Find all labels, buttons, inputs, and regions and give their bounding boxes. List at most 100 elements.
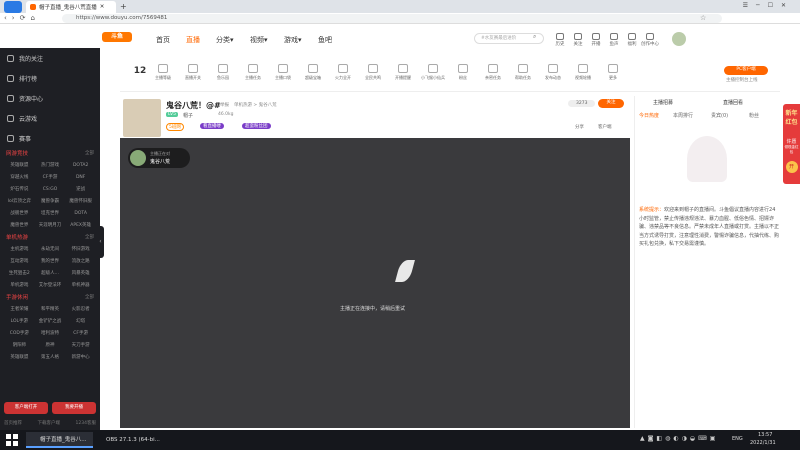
tab-hot[interactable]: 今日热度 [639,112,659,119]
sidebar-category-item[interactable]: LOL手游 [4,316,35,328]
sidebar-category-item[interactable]: APEX英雄 [65,220,96,232]
sidebar-item-follow[interactable]: 我的关注 [0,48,100,68]
function-item[interactable]: 亲密任务 [480,64,506,81]
sidebar-category-item[interactable]: 金铲铲之战 [35,316,66,328]
function-item[interactable]: 小飞猴小仙兵 [420,64,446,81]
taskbar-app-obs[interactable]: OBS 27.1.3 (64-bi... [92,432,166,448]
nav-live[interactable]: 直播 [186,35,200,45]
sidebar-category-item[interactable]: 魔兽争霸 [35,196,66,208]
nav-video[interactable]: 视频▾ [250,35,268,45]
room-tag[interactable]: 超蛮粉丝团 [242,123,271,129]
sidebar-category-item[interactable]: 英雄联盟 [4,160,35,172]
client-link[interactable]: 客户端 [598,124,612,130]
nav-yuba[interactable]: 鱼吧 [318,35,332,45]
anchor-name[interactable]: 帽子 [183,112,193,119]
function-item[interactable]: 发布动态 [540,64,566,81]
sidebar-category-item[interactable]: 坦克世界 [35,208,66,220]
red-packet-widget[interactable]: 新年 红包 许愿 领现金红包 开 [783,104,800,184]
function-item[interactable]: 帮助任务 [510,64,536,81]
nav-buttons[interactable]: ‹›⟳⌂ [4,14,40,22]
open-red-packet-button[interactable]: 开 [785,161,798,173]
sidebar-section-header[interactable]: 网游竞技 全部 [0,148,100,160]
tab-fans[interactable]: 粉丝 [749,112,759,119]
sidebar-category-item[interactable]: 魔兽世界 [4,220,35,232]
close-tab-icon[interactable]: ✕ [100,4,105,10]
sidebar-category-item[interactable]: 怀旧游戏 [65,244,96,256]
sidebar-category-item[interactable]: 单机神器 [65,280,96,292]
sidebar-section-header[interactable]: 手游休闲 全部 [0,292,100,304]
sidebar-category-item[interactable]: 流放之路 [65,256,96,268]
fishsound-button[interactable]: 鱼声 [604,33,624,47]
function-item[interactable]: 鱼乐园 [210,64,236,81]
anchor-avatar[interactable] [123,99,161,137]
clock-time[interactable]: 13:57 [758,432,772,438]
sidebar-category-item[interactable]: 天涯明月刀 [35,220,66,232]
function-item[interactable]: 粉丝 [450,64,476,81]
browser-tab[interactable]: 帽子直播_鬼谷八荒直播 ✕ [26,1,116,13]
follow-button[interactable]: 关注 [568,33,588,47]
video-player[interactable]: 主播正在对 鬼谷八荒 主播正在连接中，请稍后重试 [120,138,630,428]
sidebar-category-item[interactable]: 超级人... [35,268,66,280]
sidebar-category-item[interactable]: 生死狙击2 [4,268,35,280]
room-tag[interactable]: 5班网 [166,123,184,131]
search-icon[interactable]: ⌕ [533,33,536,41]
sidebar-category-item[interactable]: 互动游戏 [4,256,35,268]
report-link[interactable]: 举报 [220,102,229,108]
tab-vip[interactable]: 贵宾(0) [711,112,728,119]
anchor-card[interactable]: 主播正在对 鬼谷八荒 [128,148,190,168]
taskbar-app-browser[interactable]: 帽子直播_鬼谷八... [26,432,93,448]
sidebar-category-item[interactable]: 魔兽怀旧服 [65,196,96,208]
sidebar-item-events[interactable]: 赛事 [0,128,100,148]
sidebar-category-item[interactable]: lol云顶之弈 [4,196,35,208]
function-item[interactable]: 超级宝箱 [300,64,326,81]
tray-icons[interactable]: ▲◙◧◍◐◑◒⌨▣ [640,435,718,442]
function-item[interactable]: 主播等级 [150,64,176,81]
sidebar-section-header[interactable]: 单机热游 全部 [0,232,100,244]
function-item[interactable]: 直播开关 [180,64,206,81]
function-item[interactable]: 火力全开 [330,64,356,81]
sidebar-category-item[interactable]: 第五人格 [35,352,66,364]
replay-tab[interactable]: 直播回看 [723,99,743,106]
url-field[interactable]: https://www.douyu.com/7569481 [62,14,722,23]
user-avatar[interactable] [672,32,686,46]
sidebar-category-item[interactable]: CF手游 [65,328,96,340]
sidebar-category-item[interactable]: CF手游 [35,172,66,184]
function-item[interactable]: 更多 [600,64,626,81]
nav-category[interactable]: 分类▾ [216,35,234,45]
new-tab-icon[interactable]: + [120,2,127,11]
share-button[interactable]: 分享 [575,124,584,130]
douyu-logo[interactable]: 斗鱼 [102,32,132,42]
creator-button[interactable]: 创作中心 [640,33,660,47]
sidebar-category-item[interactable]: 战舰世界 [4,208,35,220]
nav-home[interactable]: 首页 [156,35,170,45]
sidebar-category-item[interactable]: 艾尔登法环 [35,280,66,292]
start-broadcast-button[interactable]: 我要开播 [52,402,96,414]
sidebar-category-item[interactable]: 新游中心 [65,352,96,364]
sidebar-category-item[interactable]: 幻塔 [65,316,96,328]
sidebar-category-item[interactable]: 我的世界 [35,256,66,268]
sidebar-category-item[interactable]: 炉石传说 [4,184,35,196]
broadcast-button[interactable]: 开播 [586,33,606,47]
clock-date[interactable]: 2022/1/31 [750,440,776,446]
sidebar-category-item[interactable]: 王者荣耀 [4,304,35,316]
sidebar-category-item[interactable]: DOTA2 [65,160,96,172]
sidebar-category-item[interactable]: 穿越火线 [4,172,35,184]
sidebar-category-item[interactable]: 永劫无间 [35,244,66,256]
nav-game[interactable]: 游戏▾ [284,35,302,45]
sidebar-category-item[interactable]: 主机游戏 [4,244,35,256]
function-item[interactable]: 视频轮播 [570,64,596,81]
sidebar-category-item[interactable]: 原神 [35,340,66,352]
windows-start-icon[interactable] [6,434,18,446]
sidebar-collapse-handle[interactable]: ‹ [97,226,104,258]
footer-link[interactable]: 首页推荐 [4,420,22,426]
browser-logo-icon[interactable] [4,1,22,13]
sidebar-category-item[interactable]: DOTA [65,208,96,220]
sidebar-item-rank[interactable]: 排行榜 [0,68,100,88]
sidebar-item-resource[interactable]: 资源中心 [0,88,100,108]
sidebar-category-item[interactable]: 单机游戏 [4,280,35,292]
sidebar-category-item[interactable]: 火影忍者 [65,304,96,316]
sidebar-item-cloudgame[interactable]: 云游戏 [0,108,100,128]
sidebar-category-item[interactable]: 阴阳师 [4,340,35,352]
sidebar-category-item[interactable]: 和平精英 [35,304,66,316]
room-category[interactable]: 单机热游 > 鬼谷八荒 [234,102,277,108]
